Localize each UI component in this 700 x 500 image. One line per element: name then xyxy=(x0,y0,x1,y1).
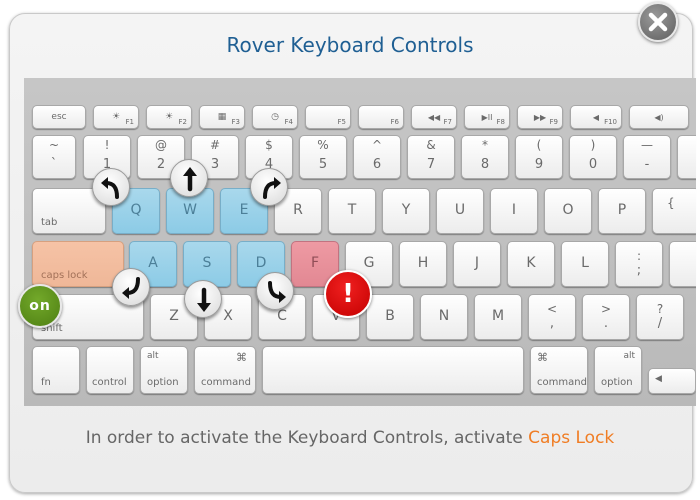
key-esc: esc xyxy=(32,105,86,129)
key-t: T xyxy=(328,188,376,234)
key-f5: F5 xyxy=(305,105,351,129)
key-command: ⌘ command xyxy=(194,346,256,394)
key-o: O xyxy=(544,188,592,234)
key-f7: ◀◀ F7 xyxy=(411,105,457,129)
key-arrow-left: ◀ xyxy=(648,368,696,394)
key-option: alt option xyxy=(140,346,188,394)
key-n: N xyxy=(420,294,468,340)
on-badge: on xyxy=(18,284,62,328)
key-0: ) 0 xyxy=(569,135,617,179)
key-f10: ◀ F10 xyxy=(570,105,622,129)
dialog-title: Rover Keyboard Controls xyxy=(226,33,474,57)
backward-arrow-icon xyxy=(197,287,211,312)
key-comma: <, xyxy=(528,294,576,340)
turn-right-arrow-icon xyxy=(263,177,281,199)
key-f4: ◷ F4 xyxy=(252,105,298,129)
key-i: I xyxy=(490,188,538,234)
key-fn: fn xyxy=(32,346,80,394)
key-6: ^ 6 xyxy=(353,135,401,179)
key-m: M xyxy=(474,294,522,340)
key-k: K xyxy=(507,241,555,287)
key-5: % 5 xyxy=(299,135,347,179)
key-caps-lock: caps lock xyxy=(32,241,124,287)
instruction-prefix: In order to activate the Keyboard Contro… xyxy=(85,428,529,448)
turn-right-arrow-badge xyxy=(250,168,288,206)
keyboard-image: esc ☀ F1 ☀ F2 ▦ F3 ◷ F4 F5 F6 ◀◀ F7 ▶II F8 ▶▶ F… xyxy=(24,78,696,406)
back-right-arrow-badge xyxy=(256,272,294,310)
key-period: >. xyxy=(582,294,630,340)
key-equals xyxy=(677,135,696,179)
instruction-text: In order to activate the Keyboard Contro… xyxy=(0,428,700,448)
key-p: P xyxy=(598,188,646,234)
key-j: J xyxy=(453,241,501,287)
forward-arrow-badge xyxy=(170,159,208,197)
key-9: (9 xyxy=(515,135,563,179)
key-tilde: ~ ` xyxy=(32,135,76,179)
key-7: & 7 xyxy=(407,135,455,179)
key-minus: — - xyxy=(623,135,671,179)
back-right-arrow-icon xyxy=(268,281,286,303)
key-l: L xyxy=(561,241,609,287)
key-semicolon: :; xyxy=(615,241,663,287)
key-slash: ? / xyxy=(636,294,684,340)
key-b: B xyxy=(366,294,414,340)
key-f1: ☀ F1 xyxy=(93,105,139,129)
key-space xyxy=(262,346,524,394)
key-f6: F6 xyxy=(358,105,404,129)
key-control: control xyxy=(86,346,134,394)
key-f8: ▶II F8 xyxy=(464,105,510,129)
back-left-arrow-badge xyxy=(112,268,150,306)
key-volume: ◀) xyxy=(629,105,689,129)
key-u: U xyxy=(436,188,484,234)
turn-left-arrow-icon xyxy=(101,177,119,199)
key-right-option: alt option xyxy=(594,346,642,394)
key-h: H xyxy=(399,241,447,287)
key-y: Y xyxy=(382,188,430,234)
key-f2: ☀ F2 xyxy=(146,105,192,129)
key-f3: ▦ F3 xyxy=(199,105,245,129)
forward-arrow-icon xyxy=(183,167,197,192)
key-right-command: ⌘ command xyxy=(530,346,588,394)
key-bracket: { xyxy=(652,188,696,234)
caps-lock-highlight: Caps Lock xyxy=(528,428,615,448)
key-quote xyxy=(669,241,696,287)
backward-arrow-badge xyxy=(184,280,222,318)
turn-left-arrow-badge xyxy=(92,168,130,206)
warning-badge: ! xyxy=(324,270,372,318)
key-f9: ▶▶ F9 xyxy=(517,105,563,129)
back-left-arrow-icon xyxy=(122,277,140,299)
key-8: * 8 xyxy=(461,135,509,179)
